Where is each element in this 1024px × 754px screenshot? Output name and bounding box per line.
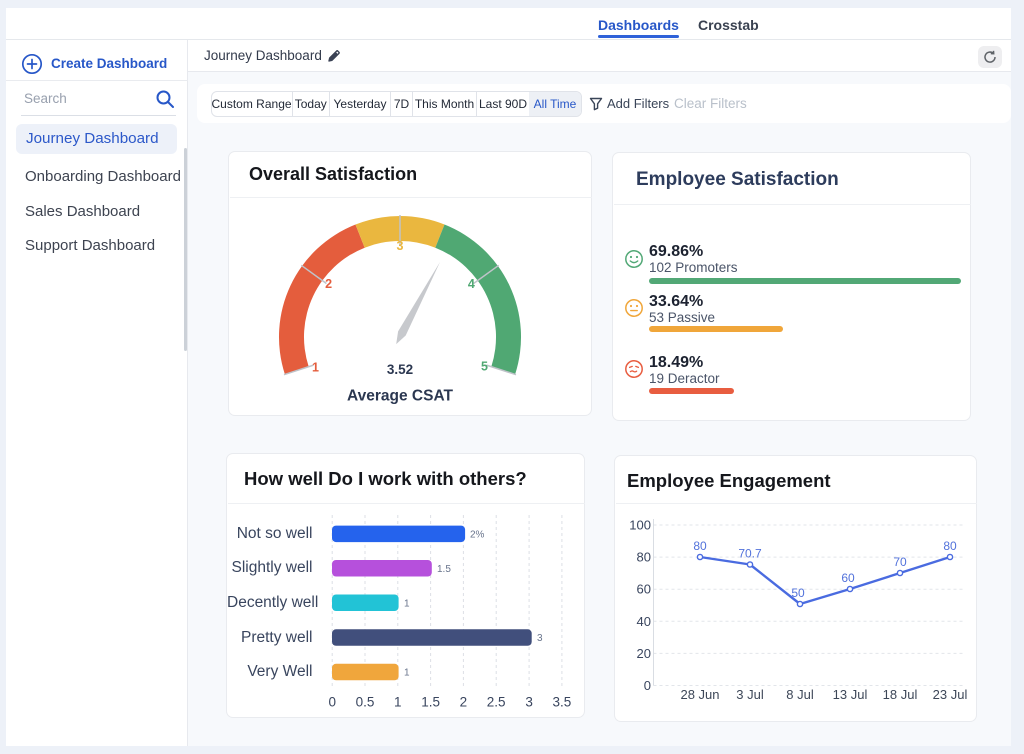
svg-text:1.5: 1.5 (437, 564, 451, 575)
svg-text:1.5: 1.5 (421, 695, 440, 710)
svg-text:1: 1 (404, 598, 410, 609)
svg-text:80: 80 (637, 550, 651, 565)
svg-text:13 Jul: 13 Jul (833, 687, 868, 702)
svg-text:1: 1 (394, 695, 402, 710)
svg-text:20: 20 (637, 646, 651, 661)
svg-text:1: 1 (312, 360, 319, 374)
svg-text:3 Jul: 3 Jul (736, 687, 764, 702)
svg-text:2.5: 2.5 (487, 695, 506, 710)
svg-text:8 Jul: 8 Jul (786, 687, 814, 702)
svg-text:0: 0 (328, 695, 336, 710)
svg-text:60: 60 (637, 582, 651, 597)
svg-text:3: 3 (537, 633, 543, 644)
svg-text:4: 4 (468, 277, 475, 291)
svg-text:28 Jun: 28 Jun (680, 687, 719, 702)
svg-text:5: 5 (481, 359, 488, 373)
svg-text:2%: 2% (470, 529, 485, 540)
svg-text:23 Jul: 23 Jul (933, 687, 968, 702)
svg-text:50: 50 (791, 586, 805, 600)
svg-text:2: 2 (325, 277, 332, 291)
svg-text:80: 80 (693, 539, 707, 553)
svg-text:100: 100 (629, 518, 651, 533)
svg-text:0: 0 (644, 678, 651, 693)
svg-text:3.5: 3.5 (553, 695, 572, 710)
svg-text:3: 3 (397, 239, 404, 253)
svg-text:40: 40 (637, 614, 651, 629)
svg-text:70: 70 (893, 555, 907, 569)
svg-text:60: 60 (841, 571, 855, 585)
svg-text:3.52: 3.52 (387, 362, 413, 377)
svg-text:70.7: 70.7 (738, 547, 762, 561)
svg-text:80: 80 (943, 539, 957, 553)
svg-text:Average CSAT: Average CSAT (347, 388, 453, 405)
svg-text:18 Jul: 18 Jul (883, 687, 918, 702)
svg-text:0.5: 0.5 (356, 695, 375, 710)
svg-text:3: 3 (525, 695, 533, 710)
svg-text:1: 1 (404, 668, 410, 679)
svg-text:2: 2 (460, 695, 468, 710)
